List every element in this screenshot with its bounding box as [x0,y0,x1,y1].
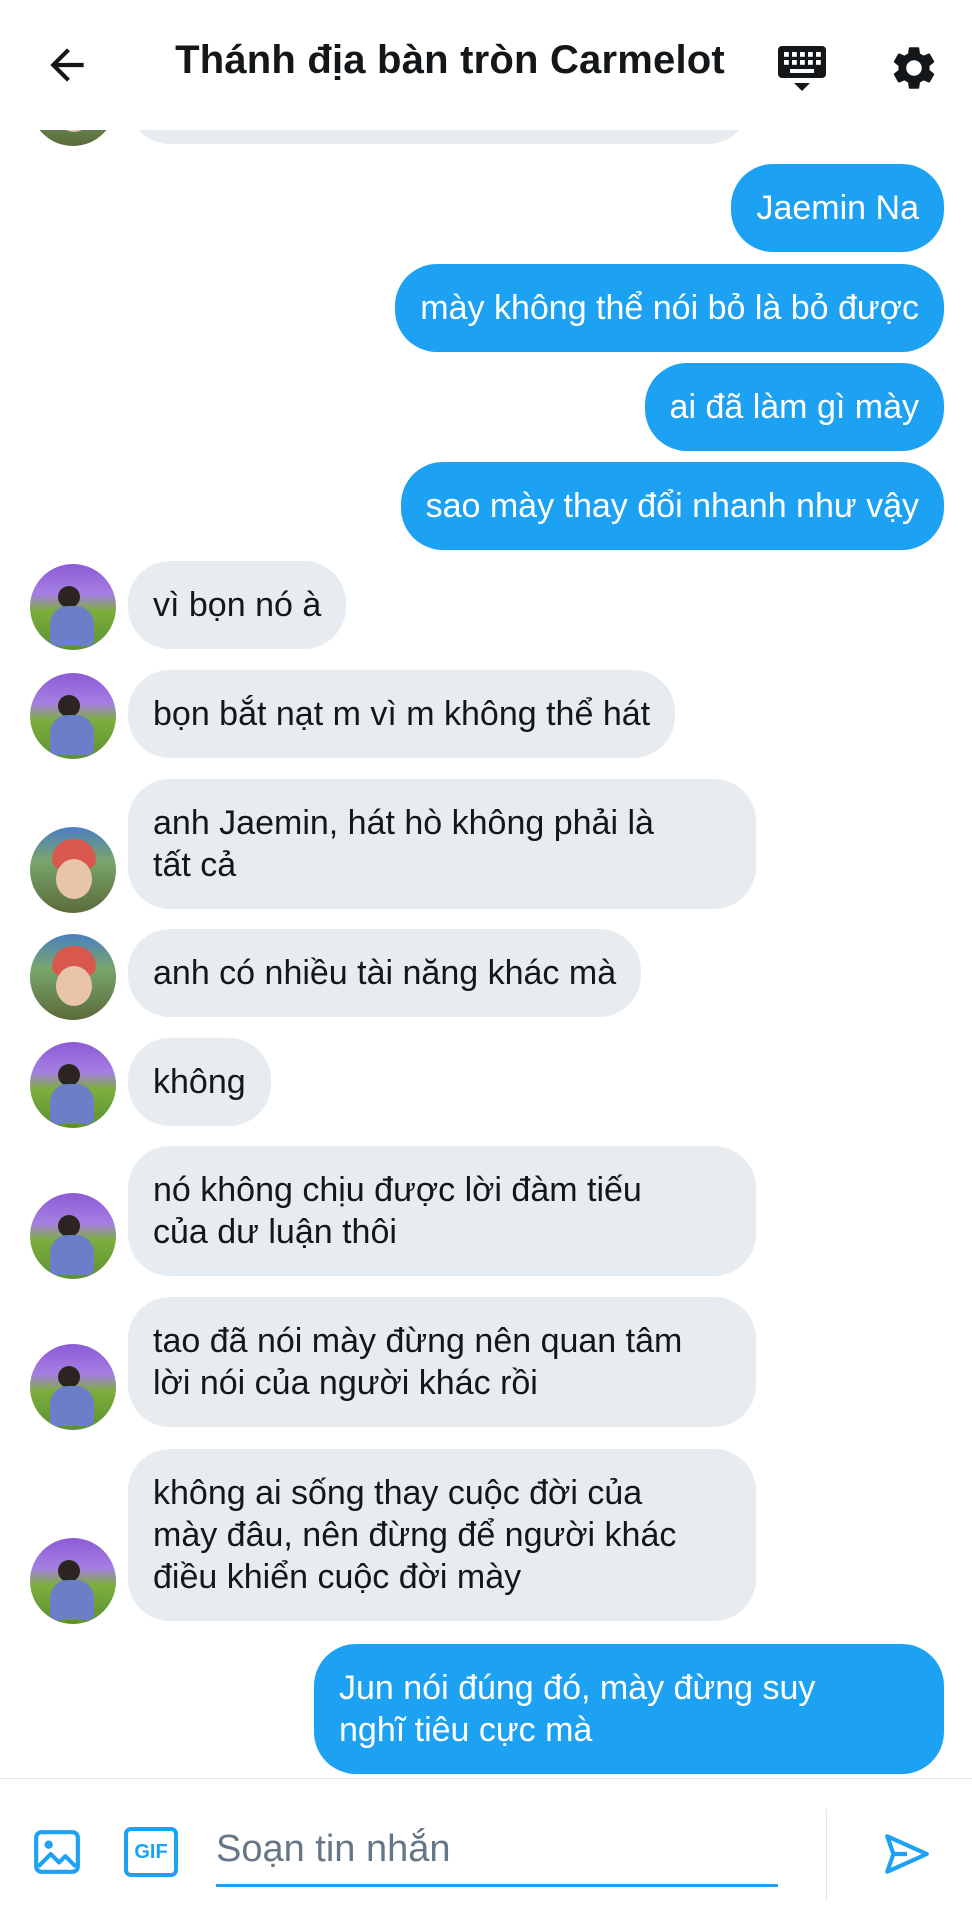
keyboard-icon [778,46,826,91]
avatar[interactable] [30,827,116,913]
send-button[interactable] [880,1829,934,1879]
message-text: sao mày thay đổi nhanh như vậy [425,487,919,525]
message-text-line: không ai sống thay cuộc đời của [153,1474,643,1512]
message-bubble-incoming[interactable]: tao đã nói mày đừng nên quan tâm lời nói… [128,1297,756,1427]
message-bubble-incoming[interactable]: bọn bắt nạt m vì m không thể hát [128,670,676,758]
message-bubble-outgoing[interactable]: mày không thể nói bỏ là bỏ được [395,264,944,352]
avatar[interactable] [30,1538,116,1624]
conversation-title: Thánh địa bàn tròn Carmelot [175,38,725,82]
message-text: ai đã làm gì mày [669,388,919,426]
message-text-line: Jun nói đúng đó, mày đừng suy [339,1669,816,1707]
message-composer: GIF [0,1778,972,1920]
message-text-line: nghĩ tiêu cực mà [339,1711,593,1749]
message-text-line: lời nói của người khác rồi [153,1364,538,1402]
message-text-line: điều khiển cuộc đời mày [153,1558,522,1596]
image-icon [34,1830,80,1874]
avatar[interactable] [30,1042,116,1128]
avatar[interactable] [30,1344,116,1430]
message-text-line: của dư luận thôi [153,1213,397,1251]
gear-icon [893,47,935,89]
composer-divider [826,1809,827,1901]
back-button[interactable] [42,40,92,90]
message-list[interactable]: Jaemin Na mày không thể nói bỏ là bỏ đượ… [0,130,972,1778]
message-bubble-incoming[interactable]: nó không chịu được lời đàm tiếu của dư l… [128,1146,756,1276]
message-input[interactable] [216,1815,778,1887]
message-bubble-outgoing[interactable]: Jun nói đúng đó, mày đừng suy nghĩ tiêu … [314,1644,944,1774]
message-bubble-incoming[interactable]: vì bọn nó à [128,561,347,649]
avatar[interactable] [30,673,116,759]
message-bubble-incoming[interactable]: anh Jaemin, hát hò không phải là tất cả [128,779,756,909]
message-bubble-outgoing[interactable]: ai đã làm gì mày [644,363,944,451]
message-text: anh có nhiều tài năng khác mà [153,954,617,992]
add-gif-button[interactable]: GIF [124,1827,178,1877]
message-text: vì bọn nó à [153,586,322,624]
settings-button[interactable] [888,42,940,94]
message-text: không [153,1063,246,1101]
add-image-button[interactable] [32,1827,82,1877]
message-text: bọn bắt nạt m vì m không thể hát [153,695,651,733]
message-bubble-incoming[interactable]: không [128,1038,271,1126]
arrow-left-icon [50,48,84,82]
avatar[interactable] [30,564,116,650]
message-text-line: mày đâu, nên đừng để người khác [153,1516,677,1554]
message-text-line: tao đã nói mày đừng nên quan tâm [153,1322,683,1360]
message-bubble-incoming[interactable]: anh có nhiều tài năng khác mà [128,929,642,1017]
message-text: Jaemin Na [756,189,919,227]
message-bubble-partial [128,130,750,144]
avatar[interactable] [30,934,116,1020]
send-icon [885,1834,929,1874]
message-bubble-outgoing[interactable]: sao mày thay đổi nhanh như vậy [400,462,944,550]
message-text-line: anh Jaemin, hát hò không phải là [153,804,654,842]
message-text-line: nó không chịu được lời đàm tiếu [153,1171,642,1209]
message-text-line: tất cả [153,846,237,884]
message-bubble-outgoing[interactable]: Jaemin Na [731,164,944,252]
conversation-header: Thánh địa bàn tròn Carmelot [0,0,972,130]
avatar[interactable] [30,1193,116,1279]
avatar[interactable] [30,130,116,146]
keyboard-button[interactable] [776,44,828,94]
message-text: mày không thể nói bỏ là bỏ được [420,289,919,327]
message-bubble-incoming[interactable]: không ai sống thay cuộc đời của mày đâu,… [128,1449,756,1621]
